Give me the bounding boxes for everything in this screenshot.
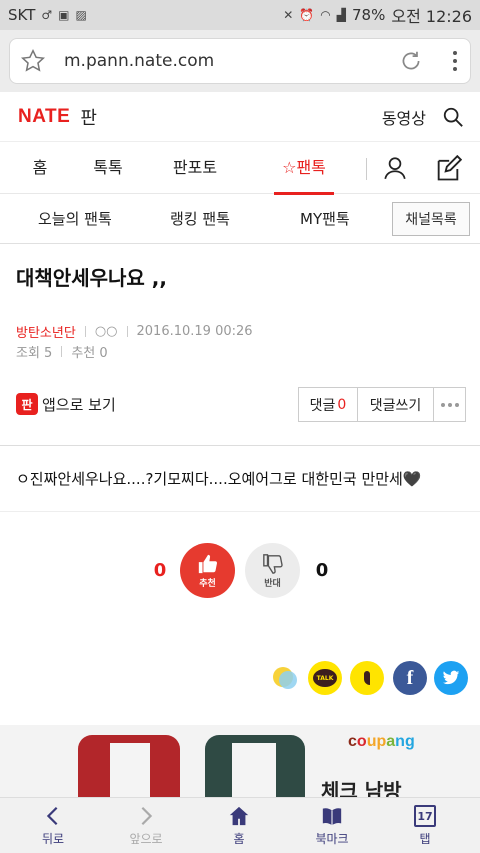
- section-title[interactable]: 판: [80, 104, 97, 130]
- reload-icon[interactable]: [398, 48, 424, 74]
- ad-banner[interactable]: coupang 체크 남방: [0, 725, 480, 797]
- browser-bottom-bar: 뒤로 앞으로 홈 북마크 17 탭: [0, 797, 480, 853]
- author-nickname: ○○: [94, 324, 118, 339]
- forward-label: 앞으로: [129, 832, 163, 846]
- channel-list-button[interactable]: 채널목록: [392, 202, 470, 236]
- tab-toktok[interactable]: 톡톡: [88, 142, 128, 194]
- url-text[interactable]: m.pann.nate.com: [64, 51, 398, 71]
- comment-actions: 댓글 0 댓글쓰기: [298, 387, 466, 422]
- thumbs-up-icon: [198, 554, 217, 573]
- home-icon: [229, 806, 249, 826]
- site-header: NATE 판 동영상: [0, 92, 480, 142]
- bookmarks-label: 북마크: [315, 832, 349, 846]
- article-meta: 방탄소년단 ○○ 2016.10.19 00:26: [16, 322, 253, 341]
- subtab-today-fantalk[interactable]: 오늘의 팬톡: [38, 194, 112, 244]
- tabs-icon: 17: [414, 805, 436, 827]
- back-label: 뒤로: [41, 832, 65, 846]
- mute-icon: ✕: [283, 8, 294, 22]
- download-icon: ▣: [58, 8, 70, 22]
- gallery-icon: ▨: [75, 8, 87, 22]
- upvote-button[interactable]: 추천: [180, 543, 235, 598]
- main-nav: 홈 톡톡 판포토 ☆팬톡: [0, 142, 480, 195]
- post-date: 2016.10.19 00:26: [136, 324, 253, 339]
- open-in-app-link[interactable]: 판 앱으로 보기: [16, 393, 116, 415]
- kakao-story-icon[interactable]: [268, 661, 302, 695]
- twitter-icon[interactable]: [434, 661, 468, 695]
- pann-app-icon: 판: [16, 393, 38, 415]
- user-icon[interactable]: [382, 155, 408, 181]
- write-icon[interactable]: [434, 155, 462, 183]
- thumbs-down-icon: [262, 553, 283, 574]
- meta-divider: [84, 326, 86, 337]
- nate-logo[interactable]: NATE: [18, 106, 70, 128]
- back-icon: [46, 806, 58, 826]
- wifi-icon: ◠: [320, 8, 331, 22]
- home-label: 홈: [233, 832, 245, 846]
- subtab-ranking-fantalk[interactable]: 랭킹 팬톡: [170, 194, 230, 244]
- tab-fantalk-label: 팬톡: [296, 158, 326, 177]
- open-in-app-label: 앱으로 보기: [42, 395, 116, 414]
- content-divider: [0, 445, 480, 446]
- tab-panphoto[interactable]: 판포토: [170, 142, 220, 194]
- meta-divider: [61, 346, 63, 357]
- kakao-page-icon[interactable]: [350, 661, 384, 695]
- carrier-label: SKT: [8, 6, 36, 24]
- video-link[interactable]: 동영상: [382, 105, 426, 129]
- upvote-count: 0: [153, 560, 167, 581]
- comment-count: 0: [337, 396, 347, 413]
- tab-count: 17: [417, 809, 433, 823]
- body-divider: [0, 511, 480, 512]
- more-icon: [440, 402, 459, 407]
- signal-icon: ▟: [336, 8, 347, 22]
- view-count: 조회 5: [16, 346, 53, 361]
- tabs-label: 탭: [419, 832, 431, 846]
- status-bar: SKT ♂ ▣ ▨ ✕ ⏰ ◠ ▟ 78% 오전 12:26: [0, 0, 480, 30]
- kakaotalk-icon[interactable]: TALK: [308, 661, 342, 695]
- article-title: 대책안세우나요 ,,: [16, 266, 167, 290]
- url-bar[interactable]: m.pann.nate.com: [9, 38, 471, 84]
- comment-label: 댓글: [309, 397, 336, 414]
- tab-fantalk[interactable]: ☆팬톡: [274, 142, 334, 195]
- write-comment-button[interactable]: 댓글쓰기: [358, 387, 434, 422]
- alarm-icon: ⏰: [299, 8, 315, 22]
- bookmarks-button[interactable]: 북마크: [287, 798, 377, 853]
- ad-product-image: [110, 743, 150, 797]
- coupang-logo: coupang: [348, 733, 415, 750]
- kakaotalk-label: TALK: [313, 669, 337, 687]
- facebook-icon[interactable]: f: [393, 661, 427, 695]
- star-icon: ☆: [282, 158, 297, 177]
- article-body: ㅇ진짜안세우나요....?기모찌다....오예어그로 대한민국 만만세🖤: [16, 470, 422, 488]
- recommend-count: 추천 0: [71, 346, 108, 361]
- search-icon[interactable]: [442, 106, 464, 128]
- forward-button[interactable]: 앞으로: [101, 798, 191, 853]
- tab-home[interactable]: 홈: [28, 142, 52, 194]
- tabs-button[interactable]: 17 탭: [380, 798, 470, 853]
- channel-name[interactable]: 방탄소년단: [16, 322, 76, 341]
- downvote-count: 0: [315, 560, 329, 581]
- ad-text: 체크 남방: [321, 779, 402, 797]
- more-button[interactable]: [434, 387, 466, 422]
- browser-menu-icon[interactable]: [450, 51, 460, 71]
- browser-toolbar: m.pann.nate.com: [0, 30, 480, 92]
- sub-nav: 오늘의 팬톡 랭킹 팬톡 MY팬톡 채널목록: [0, 194, 480, 244]
- meta-divider: [126, 326, 128, 337]
- bookmark-star-icon[interactable]: [20, 48, 46, 74]
- bookmark-book-icon: [322, 808, 342, 826]
- forward-icon: [141, 806, 153, 826]
- downvote-label: 반대: [264, 578, 281, 589]
- home-button[interactable]: 홈: [194, 798, 284, 853]
- battery-percent: 78%: [352, 6, 386, 24]
- back-button[interactable]: 뒤로: [8, 798, 98, 853]
- subtab-my-fantalk[interactable]: MY팬톡: [300, 194, 350, 244]
- article-stats: 조회 5 추천 0: [16, 342, 108, 361]
- downvote-button[interactable]: 반대: [245, 543, 300, 598]
- ad-product-image: [232, 743, 276, 797]
- clock: 오전 12:26: [391, 7, 472, 26]
- nav-divider: [366, 158, 367, 180]
- comment-button[interactable]: 댓글 0: [298, 387, 358, 422]
- notification-icon: ♂: [41, 8, 53, 22]
- upvote-label: 추천: [199, 578, 216, 589]
